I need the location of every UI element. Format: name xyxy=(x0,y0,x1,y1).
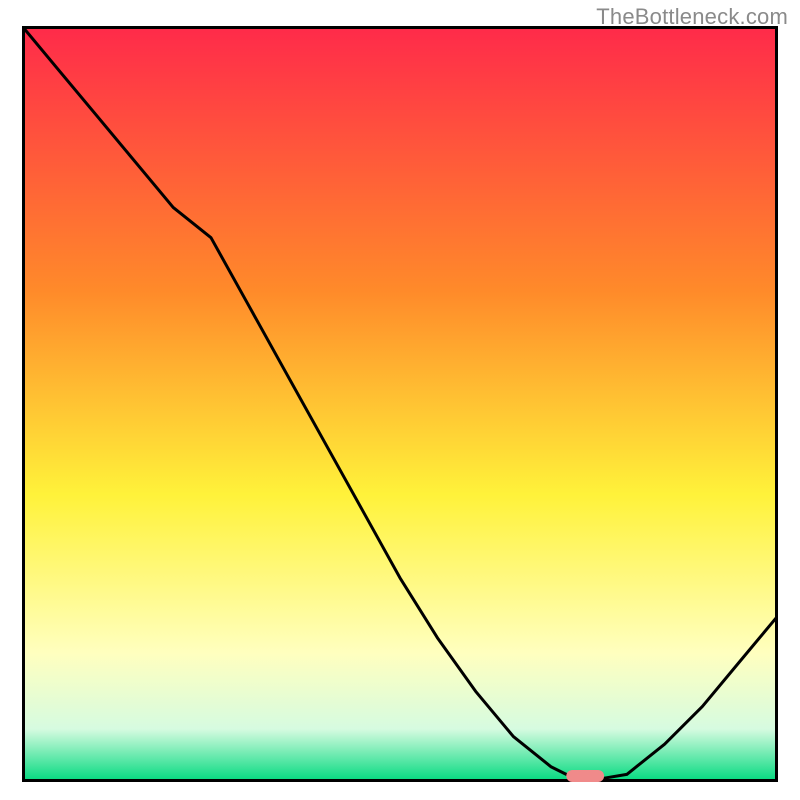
optimal-marker xyxy=(566,770,604,782)
bottleneck-chart xyxy=(22,26,778,782)
gradient-background xyxy=(22,26,778,782)
